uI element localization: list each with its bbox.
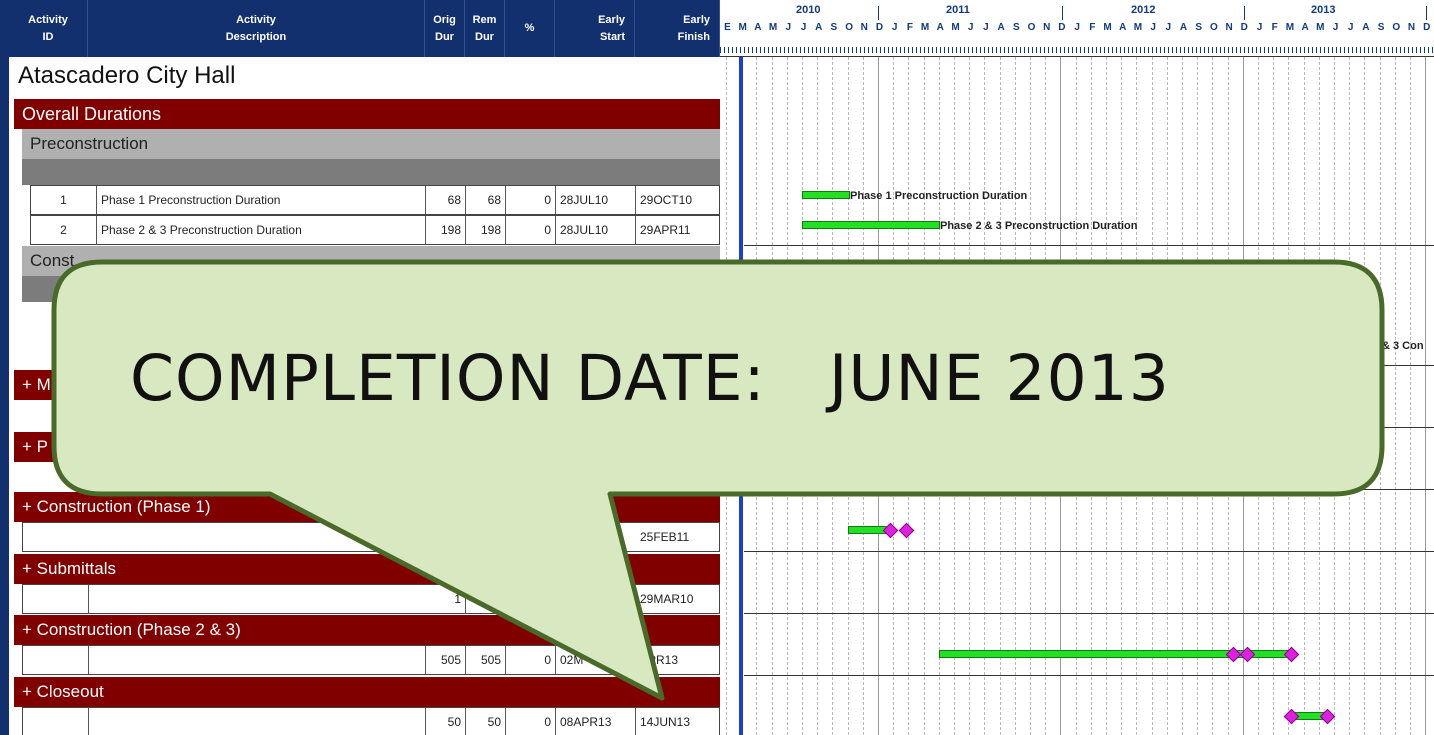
callout-bubble (51, 259, 1385, 701)
callout-text: COMPLETION DATE: JUNE 2013 (130, 342, 1170, 415)
